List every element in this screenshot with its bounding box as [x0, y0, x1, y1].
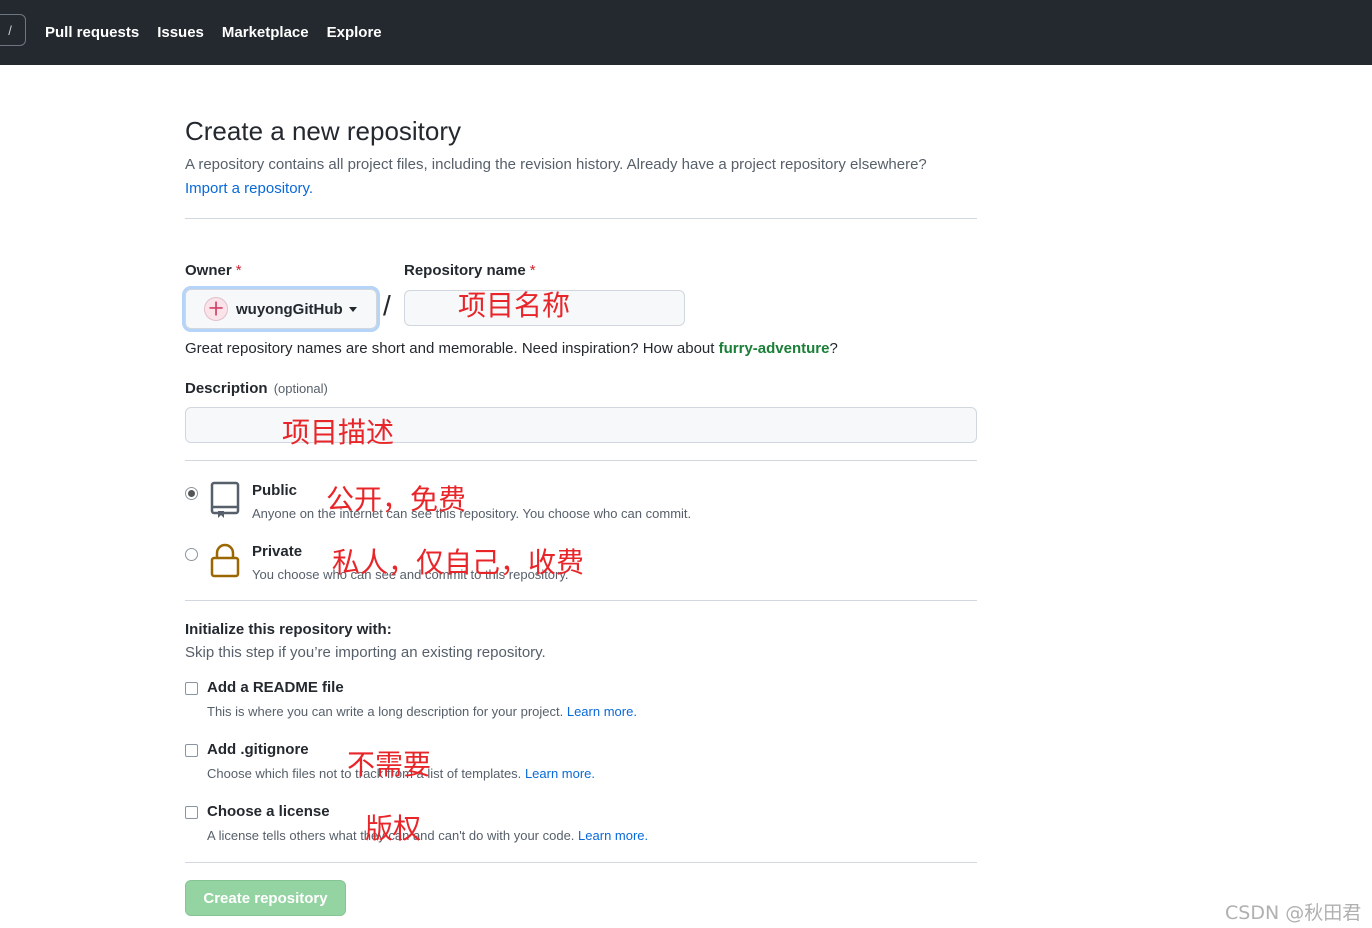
readme-title[interactable]: Add a README file: [207, 679, 344, 696]
divider: [185, 600, 977, 601]
license-title[interactable]: Choose a license: [207, 803, 330, 820]
repo-name-label-text: Repository name: [404, 262, 526, 279]
annotation-license: 版权: [365, 812, 422, 845]
lock-icon: [210, 543, 240, 578]
search-shortcut-key[interactable]: /: [0, 14, 26, 46]
annotation-public: 公开，免费: [326, 483, 467, 516]
annotation-private: 私人，仅自己，收费: [332, 546, 585, 579]
subtitle-text: A repository contains all project files,…: [185, 156, 927, 173]
owner-select[interactable]: 十 wuyongGitHub: [185, 289, 377, 329]
public-description: Anyone on the internet can see this repo…: [252, 506, 692, 521]
owner-label-text: Owner: [185, 262, 232, 279]
public-title: Public: [252, 482, 298, 499]
initialize-subtitle: Skip this step if you’re importing an ex…: [185, 644, 546, 661]
annotation-repo-name: 项目名称: [458, 289, 571, 322]
create-repository-button[interactable]: Create repository: [185, 880, 346, 916]
nav-marketplace[interactable]: Marketplace: [222, 24, 309, 41]
hint-text: Great repository names are short and mem…: [185, 340, 719, 357]
readme-desc-text: This is where you can write a long descr…: [207, 704, 564, 719]
global-nav: Pull requests Issues Marketplace Explore: [45, 0, 382, 65]
repo-icon: [210, 481, 240, 518]
nav-explore[interactable]: Explore: [327, 24, 382, 41]
public-radio[interactable]: [185, 487, 198, 500]
gitignore-title[interactable]: Add .gitignore: [207, 741, 309, 758]
private-title: Private: [252, 543, 303, 560]
owner-label: Owner *: [185, 262, 242, 279]
import-repository-link[interactable]: Import a repository.: [185, 180, 313, 197]
gitignore-learn-more-link[interactable]: Learn more.: [525, 766, 595, 781]
license-checkbox[interactable]: [185, 806, 198, 819]
description-label-text: Description: [185, 380, 268, 397]
nav-pull-requests[interactable]: Pull requests: [45, 24, 139, 41]
optional-tag: (optional): [273, 381, 328, 396]
caret-down-icon: [348, 306, 357, 312]
name-suggestion-link[interactable]: furry-adventure: [719, 340, 830, 357]
nav-issues[interactable]: Issues: [157, 24, 204, 41]
divider: [185, 218, 977, 219]
initialize-title: Initialize this repository with:: [185, 621, 392, 638]
private-radio[interactable]: [185, 548, 198, 561]
readme-learn-more-link[interactable]: Learn more.: [567, 704, 637, 719]
readme-checkbox[interactable]: [185, 682, 198, 695]
hint-suffix: ?: [829, 340, 838, 357]
top-navbar: / Pull requests Issues Marketplace Explo…: [0, 0, 1372, 65]
watermark: CSDN @秋田君: [1225, 902, 1362, 924]
repo-name-label: Repository name *: [404, 262, 536, 279]
divider: [185, 862, 977, 863]
required-mark: *: [235, 262, 242, 279]
gitignore-checkbox[interactable]: [185, 744, 198, 757]
owner-name: wuyongGitHub: [236, 300, 343, 318]
annotation-description: 项目描述: [282, 416, 395, 449]
required-mark: *: [529, 262, 536, 279]
description-label: Description (optional): [185, 380, 328, 397]
avatar: 十: [204, 297, 228, 321]
owner-repo-separator: /: [383, 290, 391, 321]
annotation-gitignore: 不需要: [347, 748, 432, 781]
license-description: A license tells others what they can and…: [207, 828, 648, 843]
divider: [185, 460, 977, 461]
page-subtitle: A repository contains all project files,…: [185, 153, 985, 201]
license-learn-more-link[interactable]: Learn more.: [578, 828, 648, 843]
readme-description: This is where you can write a long descr…: [207, 704, 637, 719]
page-title: Create a new repository: [185, 116, 462, 146]
name-inspiration-hint: Great repository names are short and mem…: [185, 340, 838, 357]
